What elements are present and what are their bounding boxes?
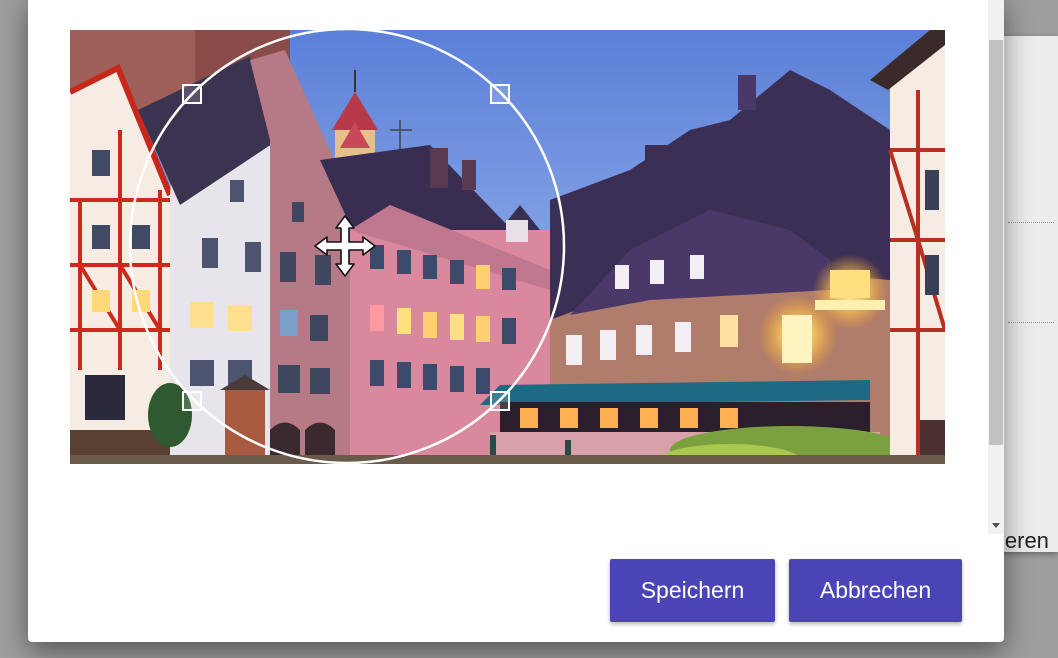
dialog-scrollbar[interactable]	[988, 0, 1004, 534]
resize-handle-icon	[182, 391, 202, 411]
divider	[1008, 222, 1054, 223]
image-crop-dialog: Speichern Abbrechen	[28, 0, 1004, 642]
town-photo	[70, 30, 945, 464]
resize-handle-icon	[490, 391, 510, 411]
crop-image-area[interactable]	[70, 30, 945, 464]
cancel-button[interactable]: Abbrechen	[789, 559, 962, 622]
background-overlay	[1000, 0, 1058, 36]
resize-handle-icon	[182, 84, 202, 104]
save-button[interactable]: Speichern	[610, 559, 775, 622]
resize-handle-icon	[490, 84, 510, 104]
scrollbar-thumb[interactable]	[989, 40, 1003, 445]
background-label: ieren	[1000, 528, 1049, 553]
divider	[1008, 322, 1054, 323]
background-panel: ieren	[1000, 36, 1058, 553]
scroll-down-arrow-icon[interactable]	[992, 523, 1000, 528]
